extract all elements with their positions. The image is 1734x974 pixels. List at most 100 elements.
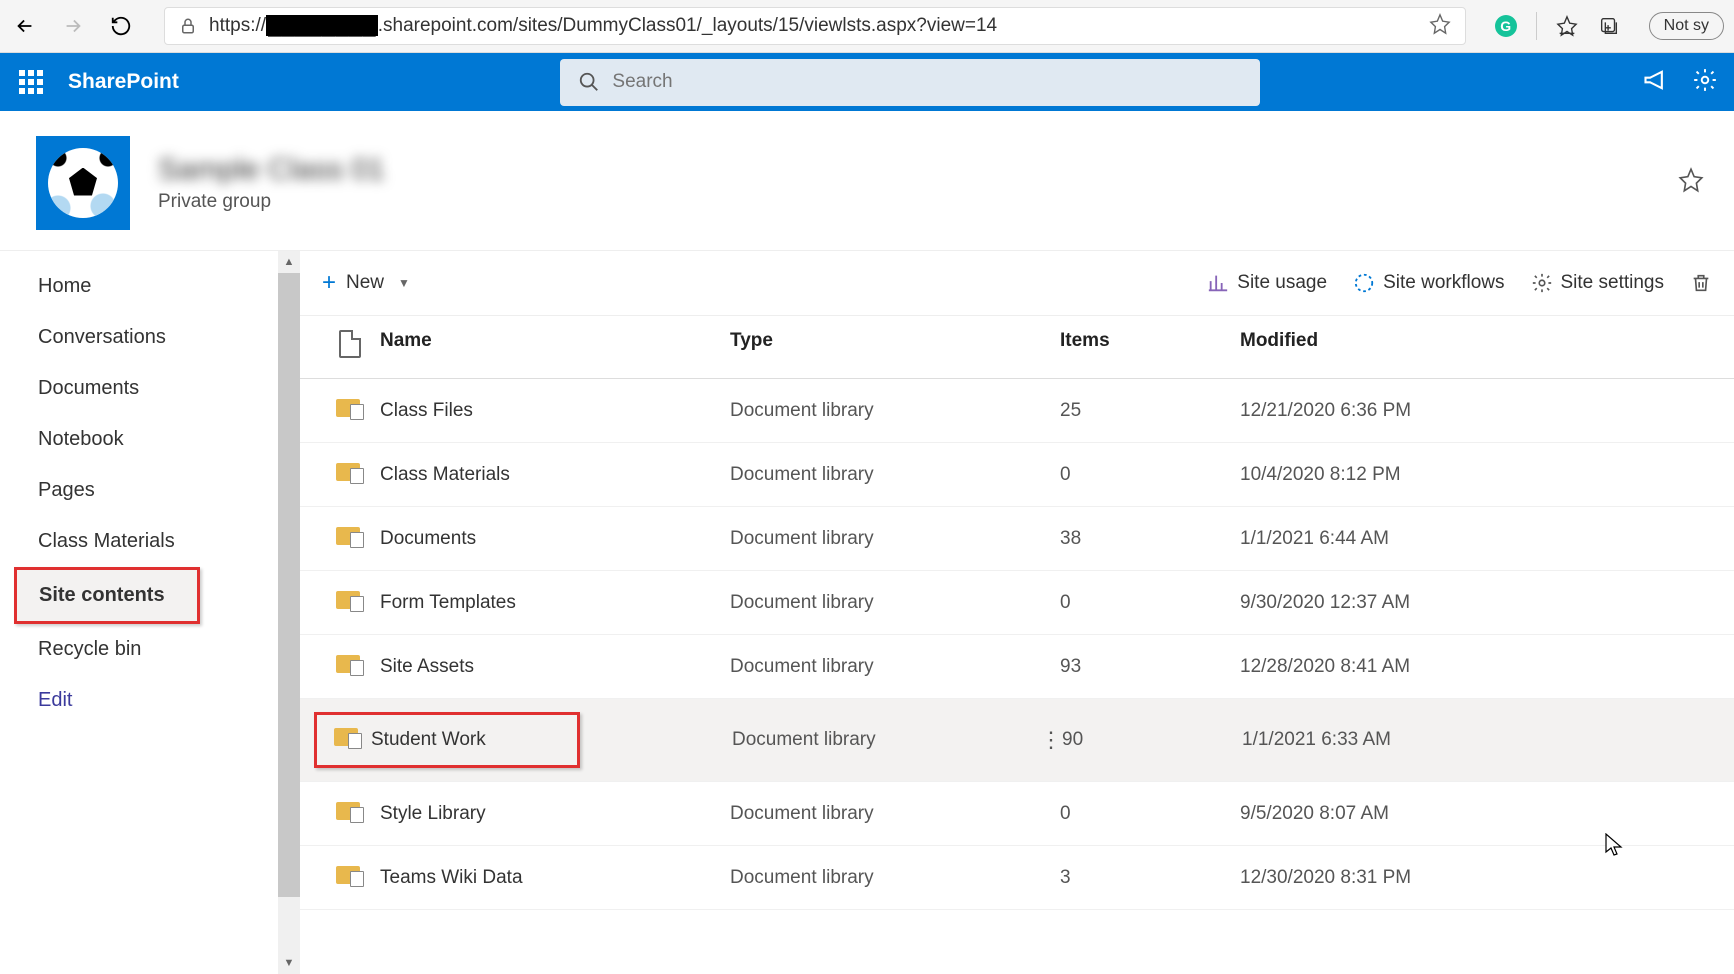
back-button[interactable]: [10, 11, 40, 41]
column-modified[interactable]: Modified: [1240, 330, 1714, 364]
row-name[interactable]: Teams Wiki Data: [380, 867, 730, 889]
trash-icon: [1690, 272, 1712, 294]
row-items: 93: [1060, 656, 1240, 678]
document-library-icon: [336, 460, 364, 484]
row-type: Document library: [730, 400, 1060, 422]
row-modified: 12/30/2020 8:31 PM: [1240, 867, 1714, 889]
column-items[interactable]: Items: [1060, 330, 1240, 364]
document-library-icon: [336, 652, 364, 676]
new-button[interactable]: + New ▼: [322, 269, 410, 297]
row-modified: 9/5/2020 8:07 AM: [1240, 803, 1714, 825]
row-modified: 1/1/2021 6:33 AM: [1242, 729, 1714, 751]
site-workflows-button[interactable]: Site workflows: [1353, 272, 1504, 294]
address-bar[interactable]: https://████████.sharepoint.com/sites/Du…: [164, 7, 1466, 45]
site-workflows-label: Site workflows: [1383, 272, 1504, 294]
list-header-row: Name Type Items Modified: [300, 316, 1734, 379]
url-text: https://████████.sharepoint.com/sites/Du…: [209, 15, 1417, 37]
document-library-icon: [336, 863, 364, 887]
sharepoint-logo[interactable]: SharePoint: [68, 70, 179, 94]
scroll-down-icon[interactable]: ▼: [278, 952, 300, 974]
row-name[interactable]: Form Templates: [380, 592, 730, 614]
row-modified: 12/21/2020 6:36 PM: [1240, 400, 1714, 422]
nav-class-materials[interactable]: Class Materials: [0, 516, 300, 567]
document-library-icon: [336, 396, 364, 420]
table-row[interactable]: Site Assets Document library 93 12/28/20…: [300, 635, 1734, 699]
forward-button[interactable]: [58, 11, 88, 41]
document-library-icon: [334, 725, 362, 749]
row-type: Document library: [732, 729, 1062, 751]
sync-status[interactable]: Not sy: [1649, 12, 1724, 40]
row-type: Document library: [730, 592, 1060, 614]
row-items: 25: [1060, 400, 1240, 422]
column-name[interactable]: Name: [380, 330, 730, 364]
nav-recycle-bin[interactable]: Recycle bin: [0, 624, 300, 675]
table-row[interactable]: Teams Wiki Data Document library 3 12/30…: [300, 846, 1734, 910]
document-library-icon: [336, 524, 364, 548]
lock-icon: [179, 17, 197, 35]
table-row[interactable]: Class Files Document library 25 12/21/20…: [300, 379, 1734, 443]
more-actions-icon[interactable]: ⋮: [1040, 727, 1060, 753]
favorites-icon[interactable]: [1555, 14, 1579, 38]
row-items: 0: [1060, 803, 1240, 825]
row-modified: 12/28/2020 8:41 AM: [1240, 656, 1714, 678]
table-row[interactable]: Style Library Document library 0 9/5/202…: [300, 782, 1734, 846]
site-settings-button[interactable]: Site settings: [1531, 272, 1665, 294]
document-library-icon: [336, 588, 364, 612]
row-name[interactable]: Class Files: [380, 400, 730, 422]
refresh-button[interactable]: [106, 11, 136, 41]
app-launcher-icon[interactable]: [16, 67, 46, 97]
table-row[interactable]: Student Work ⋮ Document library 90 1/1/2…: [300, 699, 1734, 782]
site-logo[interactable]: [36, 136, 130, 230]
chart-icon: [1207, 272, 1229, 294]
sharepoint-suite-bar: SharePoint: [0, 53, 1734, 111]
table-row[interactable]: Class Materials Document library 0 10/4/…: [300, 443, 1734, 507]
left-navigation: Home Conversations Documents Notebook Pa…: [0, 251, 300, 974]
nav-scrollbar[interactable]: ▲ ▼: [278, 251, 300, 974]
row-modified: 1/1/2021 6:44 AM: [1240, 528, 1714, 550]
plus-icon: +: [322, 269, 336, 297]
gear-icon: [1531, 272, 1553, 294]
nav-pages[interactable]: Pages: [0, 465, 300, 516]
nav-home[interactable]: Home: [0, 261, 300, 312]
site-settings-label: Site settings: [1561, 272, 1665, 294]
table-row[interactable]: Form Templates Document library 0 9/30/2…: [300, 571, 1734, 635]
column-type-icon[interactable]: [320, 330, 380, 364]
site-privacy-label: Private group: [158, 191, 385, 213]
row-items: 90: [1062, 729, 1242, 751]
recycle-bin-button[interactable]: [1690, 272, 1712, 294]
soccer-ball-icon: [48, 148, 118, 218]
chevron-down-icon: ▼: [398, 276, 410, 290]
row-type: Document library: [730, 867, 1060, 889]
nav-conversations[interactable]: Conversations: [0, 312, 300, 363]
new-button-label: New: [346, 272, 384, 294]
search-input[interactable]: [612, 71, 1242, 93]
nav-site-contents[interactable]: Site contents: [14, 567, 200, 624]
row-name[interactable]: Documents: [380, 528, 730, 550]
collections-icon[interactable]: [1597, 14, 1621, 38]
row-modified: 9/30/2020 12:37 AM: [1240, 592, 1714, 614]
scroll-thumb[interactable]: [278, 273, 300, 897]
megaphone-icon[interactable]: [1642, 68, 1670, 97]
nav-notebook[interactable]: Notebook: [0, 414, 300, 465]
favorite-star-icon[interactable]: [1429, 13, 1451, 40]
row-name[interactable]: Class Materials: [380, 464, 730, 486]
site-header: Sample Class 01 Private group: [0, 111, 1734, 251]
settings-gear-icon[interactable]: [1692, 67, 1718, 98]
column-type[interactable]: Type: [730, 330, 1060, 364]
nav-edit-link[interactable]: Edit: [0, 675, 300, 726]
row-name[interactable]: Site Assets: [380, 656, 730, 678]
row-items: 3: [1060, 867, 1240, 889]
table-row[interactable]: Documents Document library 38 1/1/2021 6…: [300, 507, 1734, 571]
scroll-up-icon[interactable]: ▲: [278, 251, 300, 273]
row-name[interactable]: Student Work: [371, 729, 561, 751]
site-usage-button[interactable]: Site usage: [1207, 272, 1327, 294]
follow-star-icon[interactable]: [1678, 167, 1704, 198]
browser-toolbar: https://████████.sharepoint.com/sites/Du…: [0, 0, 1734, 53]
row-name[interactable]: Style Library: [380, 803, 730, 825]
search-box[interactable]: [560, 59, 1260, 106]
document-library-icon: [336, 799, 364, 823]
grammarly-icon[interactable]: G: [1494, 14, 1518, 38]
site-title[interactable]: Sample Class 01: [158, 153, 385, 187]
nav-documents[interactable]: Documents: [0, 363, 300, 414]
row-items: 38: [1060, 528, 1240, 550]
